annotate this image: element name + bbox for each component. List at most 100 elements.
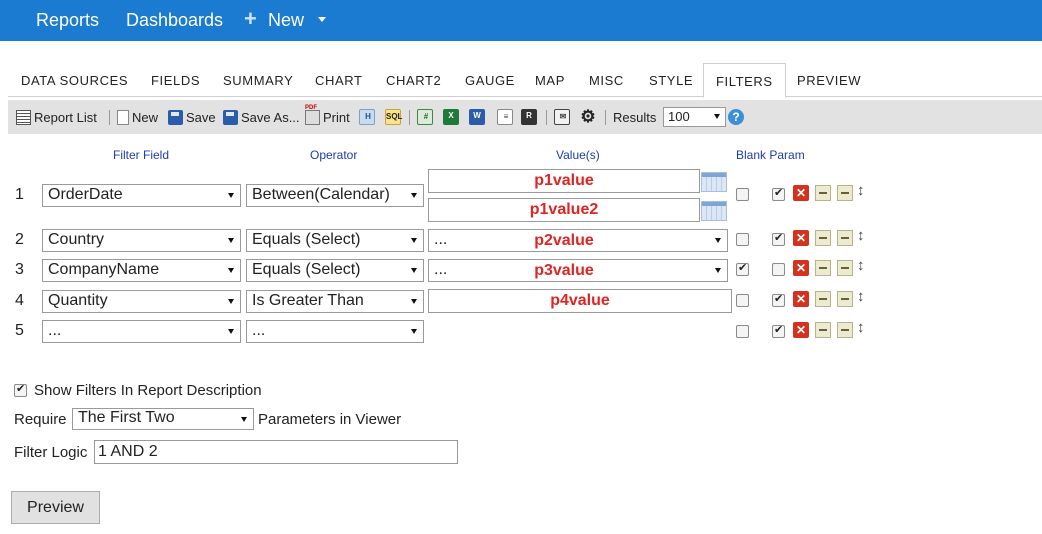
- new-button[interactable]: New: [117, 100, 158, 134]
- move-down-icon[interactable]: [837, 322, 853, 338]
- filter-field-header: Filter Field: [113, 148, 170, 162]
- filter-field-select[interactable]: CompanyName: [42, 259, 241, 282]
- calendar-icon[interactable]: [701, 172, 727, 192]
- delete-icon[interactable]: ✕: [793, 322, 809, 338]
- preview-button[interactable]: Preview: [11, 491, 100, 524]
- operator-select[interactable]: Equals (Select): [246, 229, 424, 252]
- reorder-arrows-icon[interactable]: ↕: [857, 319, 865, 336]
- blank-param-checkbox[interactable]: [736, 233, 749, 246]
- save-button[interactable]: Save: [168, 100, 216, 134]
- blank-param-checkbox[interactable]: [736, 261, 749, 276]
- nav-new-link[interactable]: New: [268, 9, 304, 31]
- plus-icon[interactable]: +: [244, 8, 257, 30]
- operator-select[interactable]: Equals (Select): [246, 259, 424, 282]
- filter-field-value: ...: [48, 322, 62, 339]
- new-dropdown-caret-icon[interactable]: [318, 17, 326, 22]
- move-down-icon[interactable]: [837, 260, 853, 276]
- operator-value: Between(Calendar): [252, 186, 390, 203]
- delete-icon[interactable]: ✕: [793, 185, 809, 201]
- blank-param-checkbox[interactable]: [736, 294, 749, 307]
- excel-grid-icon[interactable]: #: [417, 109, 433, 125]
- tab-gauge[interactable]: GAUGE: [465, 73, 515, 88]
- filter-field-value: Country: [48, 231, 105, 248]
- move-down-icon[interactable]: [837, 230, 853, 246]
- filter-logic-input[interactable]: 1 AND 2: [94, 440, 458, 464]
- blank-param-checkbox[interactable]: [736, 188, 749, 201]
- delete-icon[interactable]: ✕: [793, 291, 809, 307]
- report-list-button[interactable]: Report List: [16, 100, 97, 134]
- tab-chart[interactable]: CHART: [315, 73, 363, 88]
- chevron-down-icon: [411, 299, 417, 304]
- value-input[interactable]: p4value: [428, 289, 732, 313]
- operator-select[interactable]: Between(Calendar): [246, 184, 424, 207]
- filter-field-select[interactable]: Quantity: [42, 290, 241, 313]
- save-disk-icon: [168, 109, 183, 125]
- report-toolbar: Report List New Save Save As... Print H …: [8, 100, 1042, 134]
- nav-dashboards-link[interactable]: Dashboards: [126, 9, 223, 31]
- tab-fields[interactable]: FIELDS: [151, 73, 200, 88]
- move-up-icon[interactable]: [815, 230, 831, 246]
- tab-summary[interactable]: SUMMARY: [223, 73, 293, 88]
- move-up-icon[interactable]: [815, 260, 831, 276]
- operator-select[interactable]: ...: [246, 320, 424, 343]
- enabled-checkbox[interactable]: [772, 263, 785, 276]
- operator-select[interactable]: Is Greater Than: [246, 290, 424, 313]
- delete-icon[interactable]: ✕: [793, 230, 809, 246]
- results-count-value: 100: [668, 109, 690, 124]
- value2-input[interactable]: p1value2: [428, 198, 700, 222]
- tab-filters[interactable]: FILTERS: [703, 63, 786, 98]
- tab-style[interactable]: STYLE: [649, 73, 693, 88]
- chevron-down-icon: [228, 299, 234, 304]
- value-input[interactable]: p1value: [428, 169, 700, 193]
- sql-icon[interactable]: SQL: [385, 109, 402, 125]
- nav-reports-link[interactable]: Reports: [36, 9, 99, 31]
- move-down-icon[interactable]: [837, 185, 853, 201]
- delete-icon[interactable]: ✕: [793, 260, 809, 276]
- tab-chart2[interactable]: CHART2: [386, 73, 441, 88]
- excel-icon[interactable]: X: [443, 109, 459, 125]
- save-as-button[interactable]: Save As...: [223, 100, 300, 134]
- chevron-down-icon: [411, 193, 417, 198]
- move-up-icon[interactable]: [815, 291, 831, 307]
- enabled-checkbox[interactable]: [772, 231, 785, 246]
- chevron-down-icon: [714, 114, 720, 119]
- move-up-icon[interactable]: [815, 185, 831, 201]
- tab-preview[interactable]: PREVIEW: [797, 73, 861, 88]
- tab-map[interactable]: MAP: [535, 73, 565, 88]
- blank-param-checkbox[interactable]: [736, 325, 749, 338]
- reorder-arrows-icon[interactable]: ↕: [857, 257, 865, 274]
- move-up-icon[interactable]: [815, 322, 831, 338]
- calendar-icon[interactable]: [701, 201, 727, 221]
- rtf-icon[interactable]: R: [521, 109, 537, 125]
- email-icon[interactable]: ✉: [554, 109, 570, 125]
- enabled-checkbox[interactable]: [772, 292, 785, 307]
- require-parameters-select[interactable]: The First Two: [72, 408, 254, 430]
- gear-icon[interactable]: ⚙: [580, 107, 596, 126]
- chevron-down-icon: [411, 238, 417, 243]
- filter-field-select[interactable]: Country: [42, 229, 241, 252]
- save-as-label: Save As...: [241, 109, 300, 125]
- text-file-icon[interactable]: ≡: [497, 109, 513, 125]
- filter-field-select[interactable]: ...: [42, 320, 241, 343]
- filter-field-select[interactable]: OrderDate: [42, 184, 241, 207]
- tab-data-sources[interactable]: DATA SOURCES: [21, 73, 128, 88]
- print-button[interactable]: Print: [305, 100, 350, 134]
- value-select[interactable]: ... p2value: [428, 229, 728, 252]
- row-number: 1: [15, 186, 24, 203]
- reorder-arrows-icon[interactable]: ↕: [857, 288, 865, 305]
- reorder-arrows-icon[interactable]: ↕: [857, 182, 865, 199]
- help-icon[interactable]: ?: [728, 109, 744, 125]
- pdf-print-icon: [305, 105, 320, 125]
- tab-misc[interactable]: MISC: [589, 73, 624, 88]
- enabled-checkbox[interactable]: [772, 186, 785, 201]
- results-count-select[interactable]: 100: [663, 107, 726, 127]
- top-navigation-bar: Reports Dashboards + New: [0, 0, 1042, 41]
- value-select[interactable]: ... p3value: [428, 259, 728, 282]
- row-number: 3: [15, 261, 24, 278]
- enabled-checkbox[interactable]: [772, 323, 785, 338]
- show-filters-checkbox[interactable]: [14, 382, 27, 397]
- word-icon[interactable]: W: [469, 109, 485, 125]
- move-down-icon[interactable]: [837, 291, 853, 307]
- html-icon[interactable]: H: [359, 109, 375, 125]
- reorder-arrows-icon[interactable]: ↕: [857, 227, 865, 244]
